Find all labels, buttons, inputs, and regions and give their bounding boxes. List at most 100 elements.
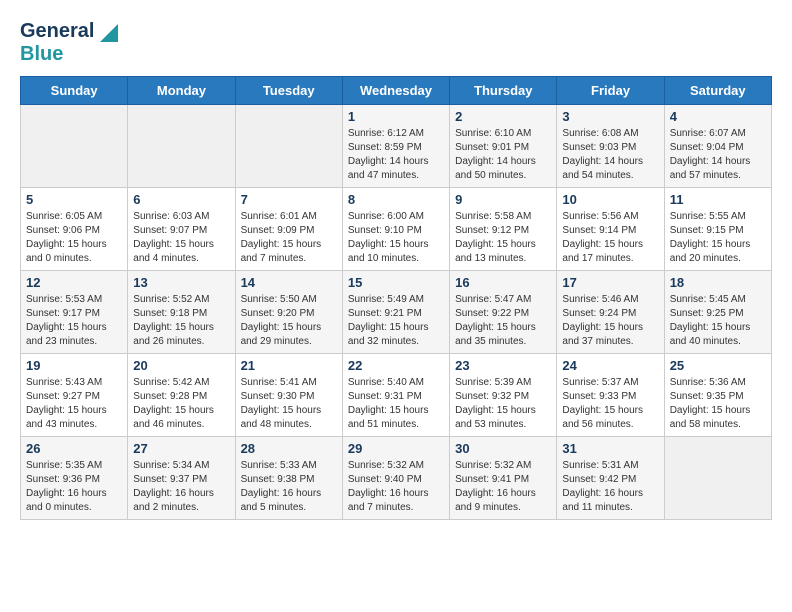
calendar-cell: 13 Sunrise: 5:52 AMSunset: 9:18 PMDayligh… xyxy=(128,271,235,354)
day-info: Sunrise: 5:33 AMSunset: 9:38 PMDaylight:… xyxy=(241,459,337,515)
weekday-row: SundayMondayTuesdayWednesdayThursdayFrid… xyxy=(21,77,772,105)
day-info: Sunrise: 6:12 AMSunset: 8:59 PMDaylight:… xyxy=(348,127,444,183)
day-number: 24 xyxy=(562,358,658,373)
day-number: 18 xyxy=(670,275,766,290)
day-number: 7 xyxy=(241,192,337,207)
day-number: 28 xyxy=(241,441,337,456)
calendar-cell: 3Sunrise: 6:08 AMSunset: 9:03 PMDaylight… xyxy=(557,105,664,188)
day-number: 15 xyxy=(348,275,444,290)
day-number: 6 xyxy=(133,192,229,207)
weekday-header-friday: Friday xyxy=(557,77,664,105)
logo-general: General xyxy=(20,20,94,42)
day-number: 22 xyxy=(348,358,444,373)
calendar-cell: 27Sunrise: 5:34 AMSunset: 9:37 PMDayligh… xyxy=(128,437,235,520)
calendar-cell: 4Sunrise: 6:07 AMSunset: 9:04 PMDaylight… xyxy=(664,105,771,188)
day-info: Sunrise: 6:05 AMSunset: 9:06 PMDaylight:… xyxy=(26,210,122,266)
calendar-cell: 23Sunrise: 5:39 AMSunset: 9:32 PMDayligh… xyxy=(450,354,557,437)
day-info: Sunrise: 5:45 AMSunset: 9:25 PMDaylight:… xyxy=(670,293,766,349)
calendar-cell xyxy=(21,105,128,188)
day-info: Sunrise: 6:03 AMSunset: 9:07 PMDaylight:… xyxy=(133,210,229,266)
day-number: 9 xyxy=(455,192,551,207)
weekday-header-wednesday: Wednesday xyxy=(342,77,449,105)
day-number: 5 xyxy=(26,192,122,207)
day-number: 25 xyxy=(670,358,766,373)
day-info: Sunrise: 5:32 AMSunset: 9:41 PMDaylight:… xyxy=(455,459,551,515)
day-number: 11 xyxy=(670,192,766,207)
calendar-cell: 17 Sunrise: 5:46 AMSunset: 9:24 PMDayligh… xyxy=(557,271,664,354)
calendar-cell: 21 Sunrise: 5:41 AMSunset: 9:30 PMDayligh… xyxy=(235,354,342,437)
calendar-cell: 30 Sunrise: 5:32 AMSunset: 9:41 PMDayligh… xyxy=(450,437,557,520)
day-number: 14 xyxy=(241,275,337,290)
day-number: 21 xyxy=(241,358,337,373)
day-info: Sunrise: 5:49 AMSunset: 9:21 PMDaylight:… xyxy=(348,293,444,349)
calendar-table: SundayMondayTuesdayWednesdayThursdayFrid… xyxy=(20,76,772,520)
day-number: 29 xyxy=(348,441,444,456)
day-info: Sunrise: 5:52 AMSunset: 9:18 PMDaylight:… xyxy=(133,293,229,349)
calendar-cell: 10Sunrise: 5:56 AMSunset: 9:14 PMDayligh… xyxy=(557,188,664,271)
day-info: Sunrise: 5:53 AMSunset: 9:17 PMDaylight:… xyxy=(26,293,122,349)
day-info: Sunrise: 5:32 AMSunset: 9:40 PMDaylight:… xyxy=(348,459,444,515)
day-number: 13 xyxy=(133,275,229,290)
weekday-header-sunday: Sunday xyxy=(21,77,128,105)
calendar-week-4: 19 Sunrise: 5:43 AMSunset: 9:27 PMDayligh… xyxy=(21,354,772,437)
logo-blue: Blue xyxy=(20,43,63,65)
calendar-cell: 29 Sunrise: 5:32 AMSunset: 9:40 PMDayligh… xyxy=(342,437,449,520)
calendar-cell: 11 Sunrise: 5:55 AMSunset: 9:15 PMDayligh… xyxy=(664,188,771,271)
calendar-cell: 28 Sunrise: 5:33 AMSunset: 9:38 PMDayligh… xyxy=(235,437,342,520)
calendar-cell: 15 Sunrise: 5:49 AMSunset: 9:21 PMDayligh… xyxy=(342,271,449,354)
calendar-cell xyxy=(128,105,235,188)
day-info: Sunrise: 5:55 AMSunset: 9:15 PMDaylight:… xyxy=(670,210,766,266)
day-info: Sunrise: 5:43 AMSunset: 9:27 PMDaylight:… xyxy=(26,376,122,432)
page-header: General Blue xyxy=(20,20,772,66)
calendar-cell: 19 Sunrise: 5:43 AMSunset: 9:27 PMDayligh… xyxy=(21,354,128,437)
day-info: Sunrise: 5:42 AMSunset: 9:28 PMDaylight:… xyxy=(133,376,229,432)
calendar-cell: 5 Sunrise: 6:05 AMSunset: 9:06 PMDaylight… xyxy=(21,188,128,271)
day-info: Sunrise: 5:58 AMSunset: 9:12 PMDaylight:… xyxy=(455,210,551,266)
logo-block: General Blue xyxy=(20,20,118,66)
day-info: Sunrise: 5:50 AMSunset: 9:20 PMDaylight:… xyxy=(241,293,337,349)
day-number: 30 xyxy=(455,441,551,456)
day-number: 3 xyxy=(562,109,658,124)
calendar-cell xyxy=(235,105,342,188)
calendar-cell: 20 Sunrise: 5:42 AMSunset: 9:28 PMDayligh… xyxy=(128,354,235,437)
calendar-week-2: 5 Sunrise: 6:05 AMSunset: 9:06 PMDaylight… xyxy=(21,188,772,271)
day-number: 10 xyxy=(562,192,658,207)
day-number: 2 xyxy=(455,109,551,124)
day-info: Sunrise: 5:31 AMSunset: 9:42 PMDaylight:… xyxy=(562,459,658,515)
day-number: 17 xyxy=(562,275,658,290)
calendar-cell: 16 Sunrise: 5:47 AMSunset: 9:22 PMDayligh… xyxy=(450,271,557,354)
weekday-header-tuesday: Tuesday xyxy=(235,77,342,105)
day-number: 31 xyxy=(562,441,658,456)
day-info: Sunrise: 5:41 AMSunset: 9:30 PMDaylight:… xyxy=(241,376,337,432)
calendar-cell: 9 Sunrise: 5:58 AMSunset: 9:12 PMDaylight… xyxy=(450,188,557,271)
calendar-cell: 1Sunrise: 6:12 AMSunset: 8:59 PMDaylight… xyxy=(342,105,449,188)
day-number: 8 xyxy=(348,192,444,207)
day-info: Sunrise: 5:36 AMSunset: 9:35 PMDaylight:… xyxy=(670,376,766,432)
day-number: 23 xyxy=(455,358,551,373)
calendar-body: 1Sunrise: 6:12 AMSunset: 8:59 PMDaylight… xyxy=(21,105,772,520)
calendar-cell: 6 Sunrise: 6:03 AMSunset: 9:07 PMDaylight… xyxy=(128,188,235,271)
day-info: Sunrise: 5:46 AMSunset: 9:24 PMDaylight:… xyxy=(562,293,658,349)
day-number: 12 xyxy=(26,275,122,290)
day-info: Sunrise: 5:47 AMSunset: 9:22 PMDaylight:… xyxy=(455,293,551,349)
day-info: Sunrise: 6:00 AMSunset: 9:10 PMDaylight:… xyxy=(348,210,444,266)
day-number: 4 xyxy=(670,109,766,124)
day-info: Sunrise: 6:01 AMSunset: 9:09 PMDaylight:… xyxy=(241,210,337,266)
calendar-week-5: 26Sunrise: 5:35 AMSunset: 9:36 PMDayligh… xyxy=(21,437,772,520)
calendar-cell: 31 Sunrise: 5:31 AMSunset: 9:42 PMDayligh… xyxy=(557,437,664,520)
day-number: 19 xyxy=(26,358,122,373)
weekday-header-monday: Monday xyxy=(128,77,235,105)
calendar-cell: 25 Sunrise: 5:36 AMSunset: 9:35 PMDayligh… xyxy=(664,354,771,437)
day-number: 27 xyxy=(133,441,229,456)
day-info: Sunrise: 5:37 AMSunset: 9:33 PMDaylight:… xyxy=(562,376,658,432)
calendar-cell: 26Sunrise: 5:35 AMSunset: 9:36 PMDayligh… xyxy=(21,437,128,520)
weekday-header-thursday: Thursday xyxy=(450,77,557,105)
day-number: 16 xyxy=(455,275,551,290)
logo-arrow-icon xyxy=(100,24,118,42)
calendar-cell: 2Sunrise: 6:10 AMSunset: 9:01 PMDaylight… xyxy=(450,105,557,188)
day-info: Sunrise: 5:40 AMSunset: 9:31 PMDaylight:… xyxy=(348,376,444,432)
calendar-cell: 22 Sunrise: 5:40 AMSunset: 9:31 PMDayligh… xyxy=(342,354,449,437)
day-info: Sunrise: 5:35 AMSunset: 9:36 PMDaylight:… xyxy=(26,459,122,515)
calendar-header: SundayMondayTuesdayWednesdayThursdayFrid… xyxy=(21,77,772,105)
day-number: 20 xyxy=(133,358,229,373)
